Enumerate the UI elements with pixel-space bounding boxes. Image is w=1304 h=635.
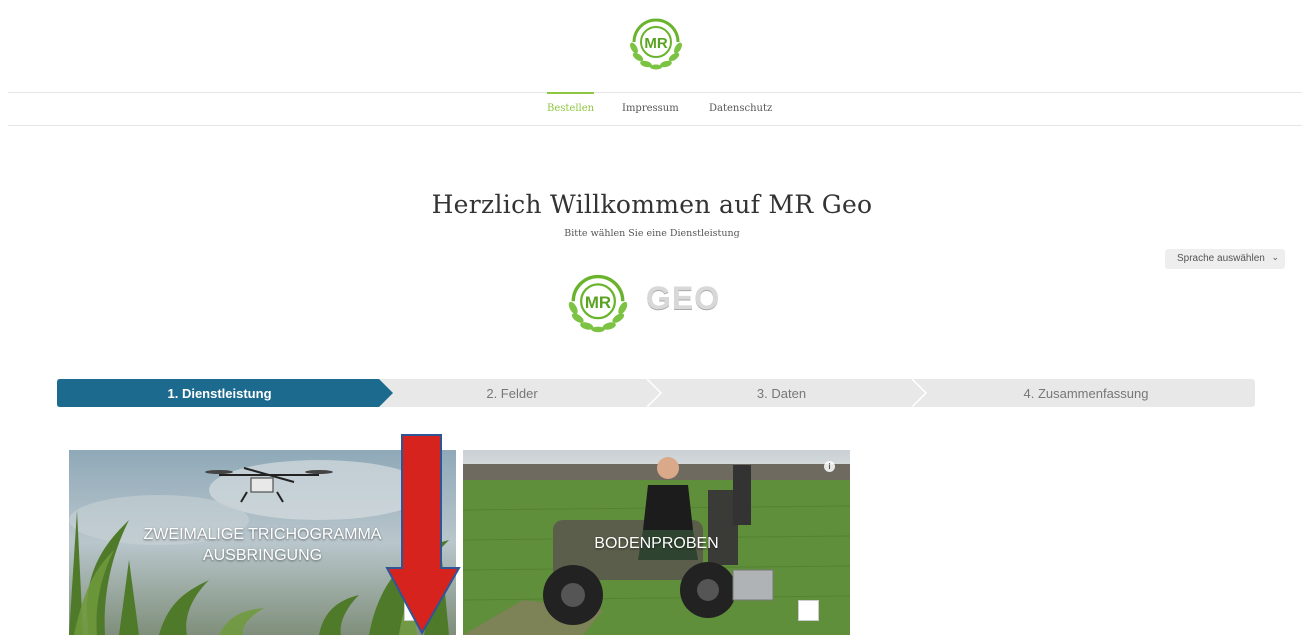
language-select-label: Sprache auswählen xyxy=(1177,253,1265,264)
service-title: ZWEIMALIGE TRICHOGRAMMA AUSBRINGUNG xyxy=(69,524,456,566)
service-title-line-2: AUSBRINGUNG xyxy=(202,547,323,564)
chevron-down-icon: ⌄ xyxy=(1271,252,1279,262)
step-daten[interactable]: 3. Daten xyxy=(649,386,914,401)
nav-item-bestellen[interactable]: Bestellen xyxy=(547,92,595,114)
mr-geo-logo-mr-text: MR xyxy=(585,293,611,312)
service-card-bodenproben[interactable]: i BODENPROBEN xyxy=(463,450,850,635)
progress-steps: 1. Dienstleistung 2. Felder 3. Daten 4. … xyxy=(57,379,1255,407)
mr-geo-logo-icon: MR xyxy=(568,274,628,333)
service-checkbox[interactable] xyxy=(404,600,425,621)
step-zusammenfassung[interactable]: 4. Zusammenfassung xyxy=(917,386,1255,401)
mr-logo-text: MR xyxy=(644,35,667,52)
geo-logo-text: GEO xyxy=(646,280,721,316)
page-subtitle: Bitte wählen Sie eine Dienstleistung xyxy=(564,228,740,239)
service-checkbox[interactable] xyxy=(798,600,819,621)
step-dienstleistung[interactable]: 1. Dienstleistung xyxy=(57,386,382,401)
info-icon[interactable]: i xyxy=(824,461,835,472)
service-card-trichogramma[interactable]: ZWEIMALIGE TRICHOGRAMMA AUSBRINGUNG xyxy=(69,450,456,635)
nav-item-datenschutz[interactable]: Datenschutz xyxy=(709,103,772,114)
mr-logo-icon[interactable]: MR xyxy=(624,8,688,72)
service-title-line-1: ZWEIMALIGE TRICHOGRAMMA xyxy=(143,526,382,543)
service-title: BODENPROBEN xyxy=(463,533,850,554)
nav-item-impressum[interactable]: Impressum xyxy=(622,103,679,114)
page-title: Herzlich Willkommen auf MR Geo xyxy=(431,190,873,219)
step-felder[interactable]: 2. Felder xyxy=(387,386,637,401)
main-navigation: Bestellen Impressum Datenschutz xyxy=(8,92,1302,126)
language-select[interactable]: Sprache auswählen ⌄ xyxy=(1165,249,1285,269)
service-title-line-1: BODENPROBEN xyxy=(594,535,719,552)
